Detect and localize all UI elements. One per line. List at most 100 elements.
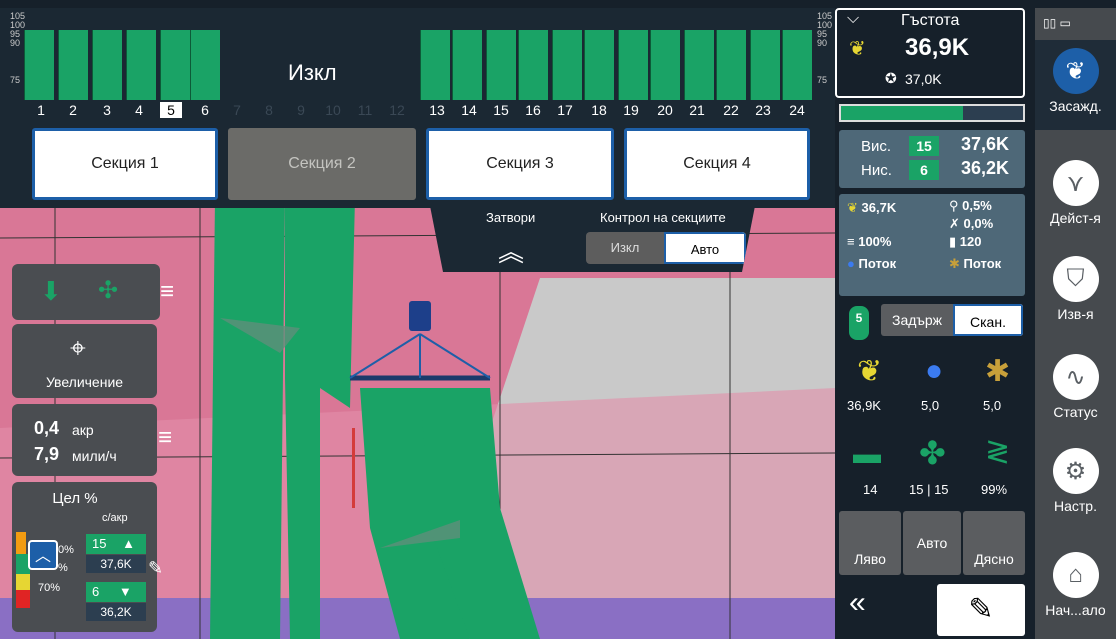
hold-scan-toggle[interactable]: Задърж Скан. xyxy=(881,304,1023,336)
spring-icon[interactable]: ≷ xyxy=(985,434,1010,469)
edit-button[interactable]: ✎ xyxy=(937,584,1025,636)
nav-settings[interactable]: ⚙ Настр. xyxy=(1035,448,1116,514)
density-box[interactable]: ⌵ Гъстота ❦ 36,9K ✪ 37,0K xyxy=(835,8,1025,98)
row-number[interactable]: 20 xyxy=(650,102,680,118)
low-target[interactable]: 6 ▼ xyxy=(86,582,146,602)
doubles-metric: ✗ 0,0% xyxy=(949,216,994,231)
pulse-icon: ∿ xyxy=(1052,354,1099,400)
pop-metric: ❦ 36,7K xyxy=(847,200,897,215)
nav-label: Засажд. xyxy=(1049,98,1102,114)
pencil-icon: ✎ xyxy=(968,593,994,626)
section-control-toggle[interactable]: Изкл Авто xyxy=(586,232,746,264)
collapse-icon[interactable]: « xyxy=(849,586,866,620)
count-metric: ▮ 120 xyxy=(949,234,982,249)
row-number[interactable]: 14 xyxy=(454,102,484,118)
scale-right: 105 100 95 90 75 xyxy=(817,11,833,85)
section-1-button[interactable]: Секция 1 xyxy=(32,128,218,200)
row-number-selected[interactable]: 5 xyxy=(160,102,182,118)
row-number[interactable]: 23 xyxy=(748,102,778,118)
flow-metric-1: ● Поток xyxy=(847,256,897,271)
row-number[interactable]: 7 xyxy=(222,102,252,118)
menu-icon[interactable]: ≡ xyxy=(160,278,174,306)
high-label: Вис. xyxy=(861,138,892,155)
chevron-up-icon[interactable]: ︿ xyxy=(28,540,58,570)
pencil-icon[interactable]: ✎ xyxy=(148,558,163,579)
drop-icon: ● xyxy=(847,256,855,271)
row-number[interactable]: 6 xyxy=(190,102,220,118)
drop-icon[interactable]: ● xyxy=(925,354,943,388)
planting-icon: ❦ xyxy=(1052,48,1099,94)
skip-icon: ⚲ xyxy=(949,198,959,213)
download-icon[interactable]: ⬇ xyxy=(40,276,62,307)
row-number[interactable]: 9 xyxy=(286,102,316,118)
row-number[interactable]: 2 xyxy=(58,102,88,118)
low-value: 36,2K xyxy=(961,158,1010,178)
row-number[interactable]: 24 xyxy=(782,102,812,118)
row-bar xyxy=(452,30,482,100)
chevron-down-icon[interactable]: ⌵ xyxy=(847,10,859,28)
actions-icon: ⋎ xyxy=(1052,160,1099,206)
toggle-auto[interactable]: Авто xyxy=(664,232,746,264)
nav-label: Нач...ало xyxy=(1045,602,1106,618)
nav-status[interactable]: ∿ Статус xyxy=(1035,354,1116,420)
row-number[interactable]: 17 xyxy=(550,102,580,118)
row-bar xyxy=(420,30,450,100)
high-target[interactable]: 15 ▲ xyxy=(86,534,146,554)
pct-bottom: 70% xyxy=(38,582,61,594)
toggle-off[interactable]: Изкл xyxy=(586,232,664,264)
pct-mid: % xyxy=(58,562,68,574)
scan-option[interactable]: Скан. xyxy=(953,304,1023,336)
valley-icon: ▼ xyxy=(118,584,132,599)
row-number[interactable]: 19 xyxy=(616,102,646,118)
hopper-value: 14 xyxy=(863,482,878,497)
row-bar xyxy=(584,30,614,100)
row-number[interactable]: 13 xyxy=(422,102,452,118)
metrics-box[interactable]: ❦ 36,7K ⚲ 0,5% ✗ 0,0% ≡ 100% ▮ 120 ● Пот… xyxy=(839,194,1025,296)
section-3-button[interactable]: Секция 3 xyxy=(426,128,614,200)
row-number[interactable]: 12 xyxy=(382,102,412,118)
row-number[interactable]: 16 xyxy=(518,102,548,118)
left-button[interactable]: Ляво xyxy=(839,511,901,575)
seed-value: 36,9K xyxy=(847,398,881,413)
row-number[interactable]: 11 xyxy=(350,102,380,118)
nav-home[interactable]: ⌂ Нач...ало xyxy=(1035,552,1116,618)
menu-icon[interactable]: ≡ xyxy=(158,424,172,452)
nav-label: Статус xyxy=(1053,404,1098,420)
row-number[interactable]: 22 xyxy=(716,102,746,118)
row-number[interactable]: 3 xyxy=(92,102,122,118)
map-tools-panel: ⬇ ✣ ≡ xyxy=(12,264,174,320)
row-number[interactable]: 8 xyxy=(254,102,284,118)
shield-icon: ⛉ xyxy=(1052,256,1099,302)
auto-button[interactable]: Авто xyxy=(903,511,961,575)
area-unit: акр xyxy=(72,422,94,438)
fan-icon[interactable]: ✤ xyxy=(919,434,946,472)
nav-actions[interactable]: ⋎ Дейст-я xyxy=(1035,160,1116,226)
hopper-icon[interactable]: ▬ xyxy=(853,438,881,470)
row-number[interactable]: 18 xyxy=(584,102,614,118)
zoom-label: Увеличение xyxy=(45,374,124,390)
section-4-button[interactable]: Секция 4 xyxy=(624,128,810,200)
nav-label: Настр. xyxy=(1054,498,1097,514)
right-button[interactable]: Дясно xyxy=(963,511,1025,575)
nav-alerts[interactable]: ⛉ Изв-я xyxy=(1035,256,1116,322)
zoom-panel[interactable]: ⌖ Увеличение xyxy=(12,324,157,398)
left-label: Ляво xyxy=(854,551,886,567)
high-value: 37,6K xyxy=(961,134,1010,154)
double-chevron-up-icon[interactable]: ︽ xyxy=(498,232,524,269)
row-number[interactable]: 15 xyxy=(486,102,516,118)
section-2-button[interactable]: Секция 2 xyxy=(228,128,416,200)
satellite-icon[interactable]: ✣ xyxy=(98,276,118,305)
nav-planting[interactable]: ❦ Засажд. xyxy=(1035,48,1116,114)
insect-icon[interactable]: ✱ xyxy=(985,354,1010,389)
row-number[interactable]: 4 xyxy=(124,102,154,118)
row-number[interactable]: 1 xyxy=(26,102,56,118)
lines-icon: ≡ xyxy=(847,234,855,249)
corn-icon[interactable]: ❦ xyxy=(857,354,882,389)
high-pop: 37,6K xyxy=(86,555,146,573)
density-target: 37,0K xyxy=(905,71,942,87)
row-number[interactable]: 10 xyxy=(318,102,348,118)
planting-panel: ⌵ Гъстота ❦ 36,9K ✪ 37,0K Вис. 15 37,6K … xyxy=(835,8,1035,639)
row-number[interactable]: 21 xyxy=(682,102,712,118)
layout-toggle-icon[interactable]: ▯▯ ▭ xyxy=(1043,16,1071,30)
hold-option[interactable]: Задърж xyxy=(881,304,953,336)
